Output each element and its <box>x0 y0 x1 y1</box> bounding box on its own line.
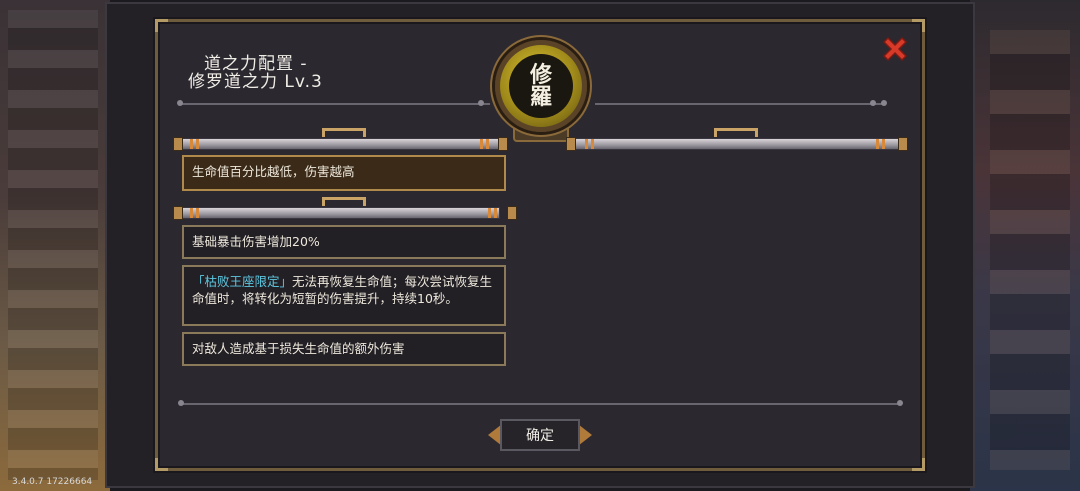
rail-cap <box>173 206 183 220</box>
confirm-button[interactable]: 确定 <box>488 415 592 455</box>
rail-mark <box>876 139 879 149</box>
rail-mark <box>585 139 588 149</box>
rail-handle <box>714 128 758 137</box>
divider-dot <box>177 100 183 106</box>
rail-mark <box>488 208 491 218</box>
ability-entry[interactable]: 对敌人造成基于损失生命值的额外伤害 <box>182 332 506 366</box>
confirm-button-body: 确定 <box>500 419 580 451</box>
ability-text: 基础暴击伤害增加20% <box>192 234 320 249</box>
ability-entry[interactable]: 基础暴击伤害增加20% <box>182 225 506 259</box>
rail-cap <box>566 137 576 151</box>
title-divider-right <box>595 103 885 105</box>
rail-mark <box>882 139 885 149</box>
rail-mark <box>591 139 594 149</box>
ability-text: 生命值百分比越低，伤害越高 <box>192 164 355 179</box>
title-divider-left <box>180 103 490 105</box>
rail-handle <box>322 197 366 206</box>
corner-ornament <box>155 458 168 471</box>
background-left <box>0 0 110 491</box>
ability-entry-selected[interactable]: 生命值百分比越低，伤害越高 <box>182 155 506 191</box>
close-button[interactable] <box>880 34 910 64</box>
bottom-divider <box>182 403 900 405</box>
scroll-rail <box>180 138 500 150</box>
divider-dot <box>897 400 903 406</box>
rail-cap <box>173 137 183 151</box>
rail-mark <box>480 139 483 149</box>
divider-dot <box>478 100 484 106</box>
version-label: 3.4.0.7 17226664 <box>12 477 93 487</box>
ability-highlight-tag: 「枯败王座限定」 <box>192 274 293 289</box>
corner-ornament <box>155 19 168 32</box>
divider-dot <box>870 100 876 106</box>
rail-handle <box>322 128 366 137</box>
scroll-rail <box>180 207 500 219</box>
rail-mark <box>494 208 497 218</box>
divider-dot <box>881 100 887 106</box>
scroll-rail <box>575 138 900 150</box>
corner-ornament <box>912 19 925 32</box>
rail-mark <box>196 208 199 218</box>
corner-ornament <box>912 458 925 471</box>
ability-entry[interactable]: 「枯败王座限定」无法再恢复生命值；每次尝试恢复生命值时，将转化为短暂的伤害提升，… <box>182 265 506 326</box>
rail-mark <box>196 139 199 149</box>
emblem-text-bottom: 羅 <box>529 84 552 110</box>
dialog-title-line2: 修罗道之力 Lv.3 <box>188 72 323 92</box>
close-x-icon <box>882 36 908 62</box>
rail-mark <box>486 139 489 149</box>
shura-emblem-icon: 修 羅 <box>495 40 587 132</box>
background-right <box>970 0 1080 491</box>
ability-text: 对敌人造成基于损失生命值的额外伤害 <box>192 341 405 356</box>
rail-cap <box>898 137 908 151</box>
rail-mark <box>190 208 193 218</box>
rail-cap <box>498 137 508 151</box>
rail-mark <box>190 139 193 149</box>
rail-cap <box>507 206 517 220</box>
divider-dot <box>178 400 184 406</box>
confirm-label: 确定 <box>526 428 554 444</box>
emblem-text-top: 修 <box>529 62 552 88</box>
